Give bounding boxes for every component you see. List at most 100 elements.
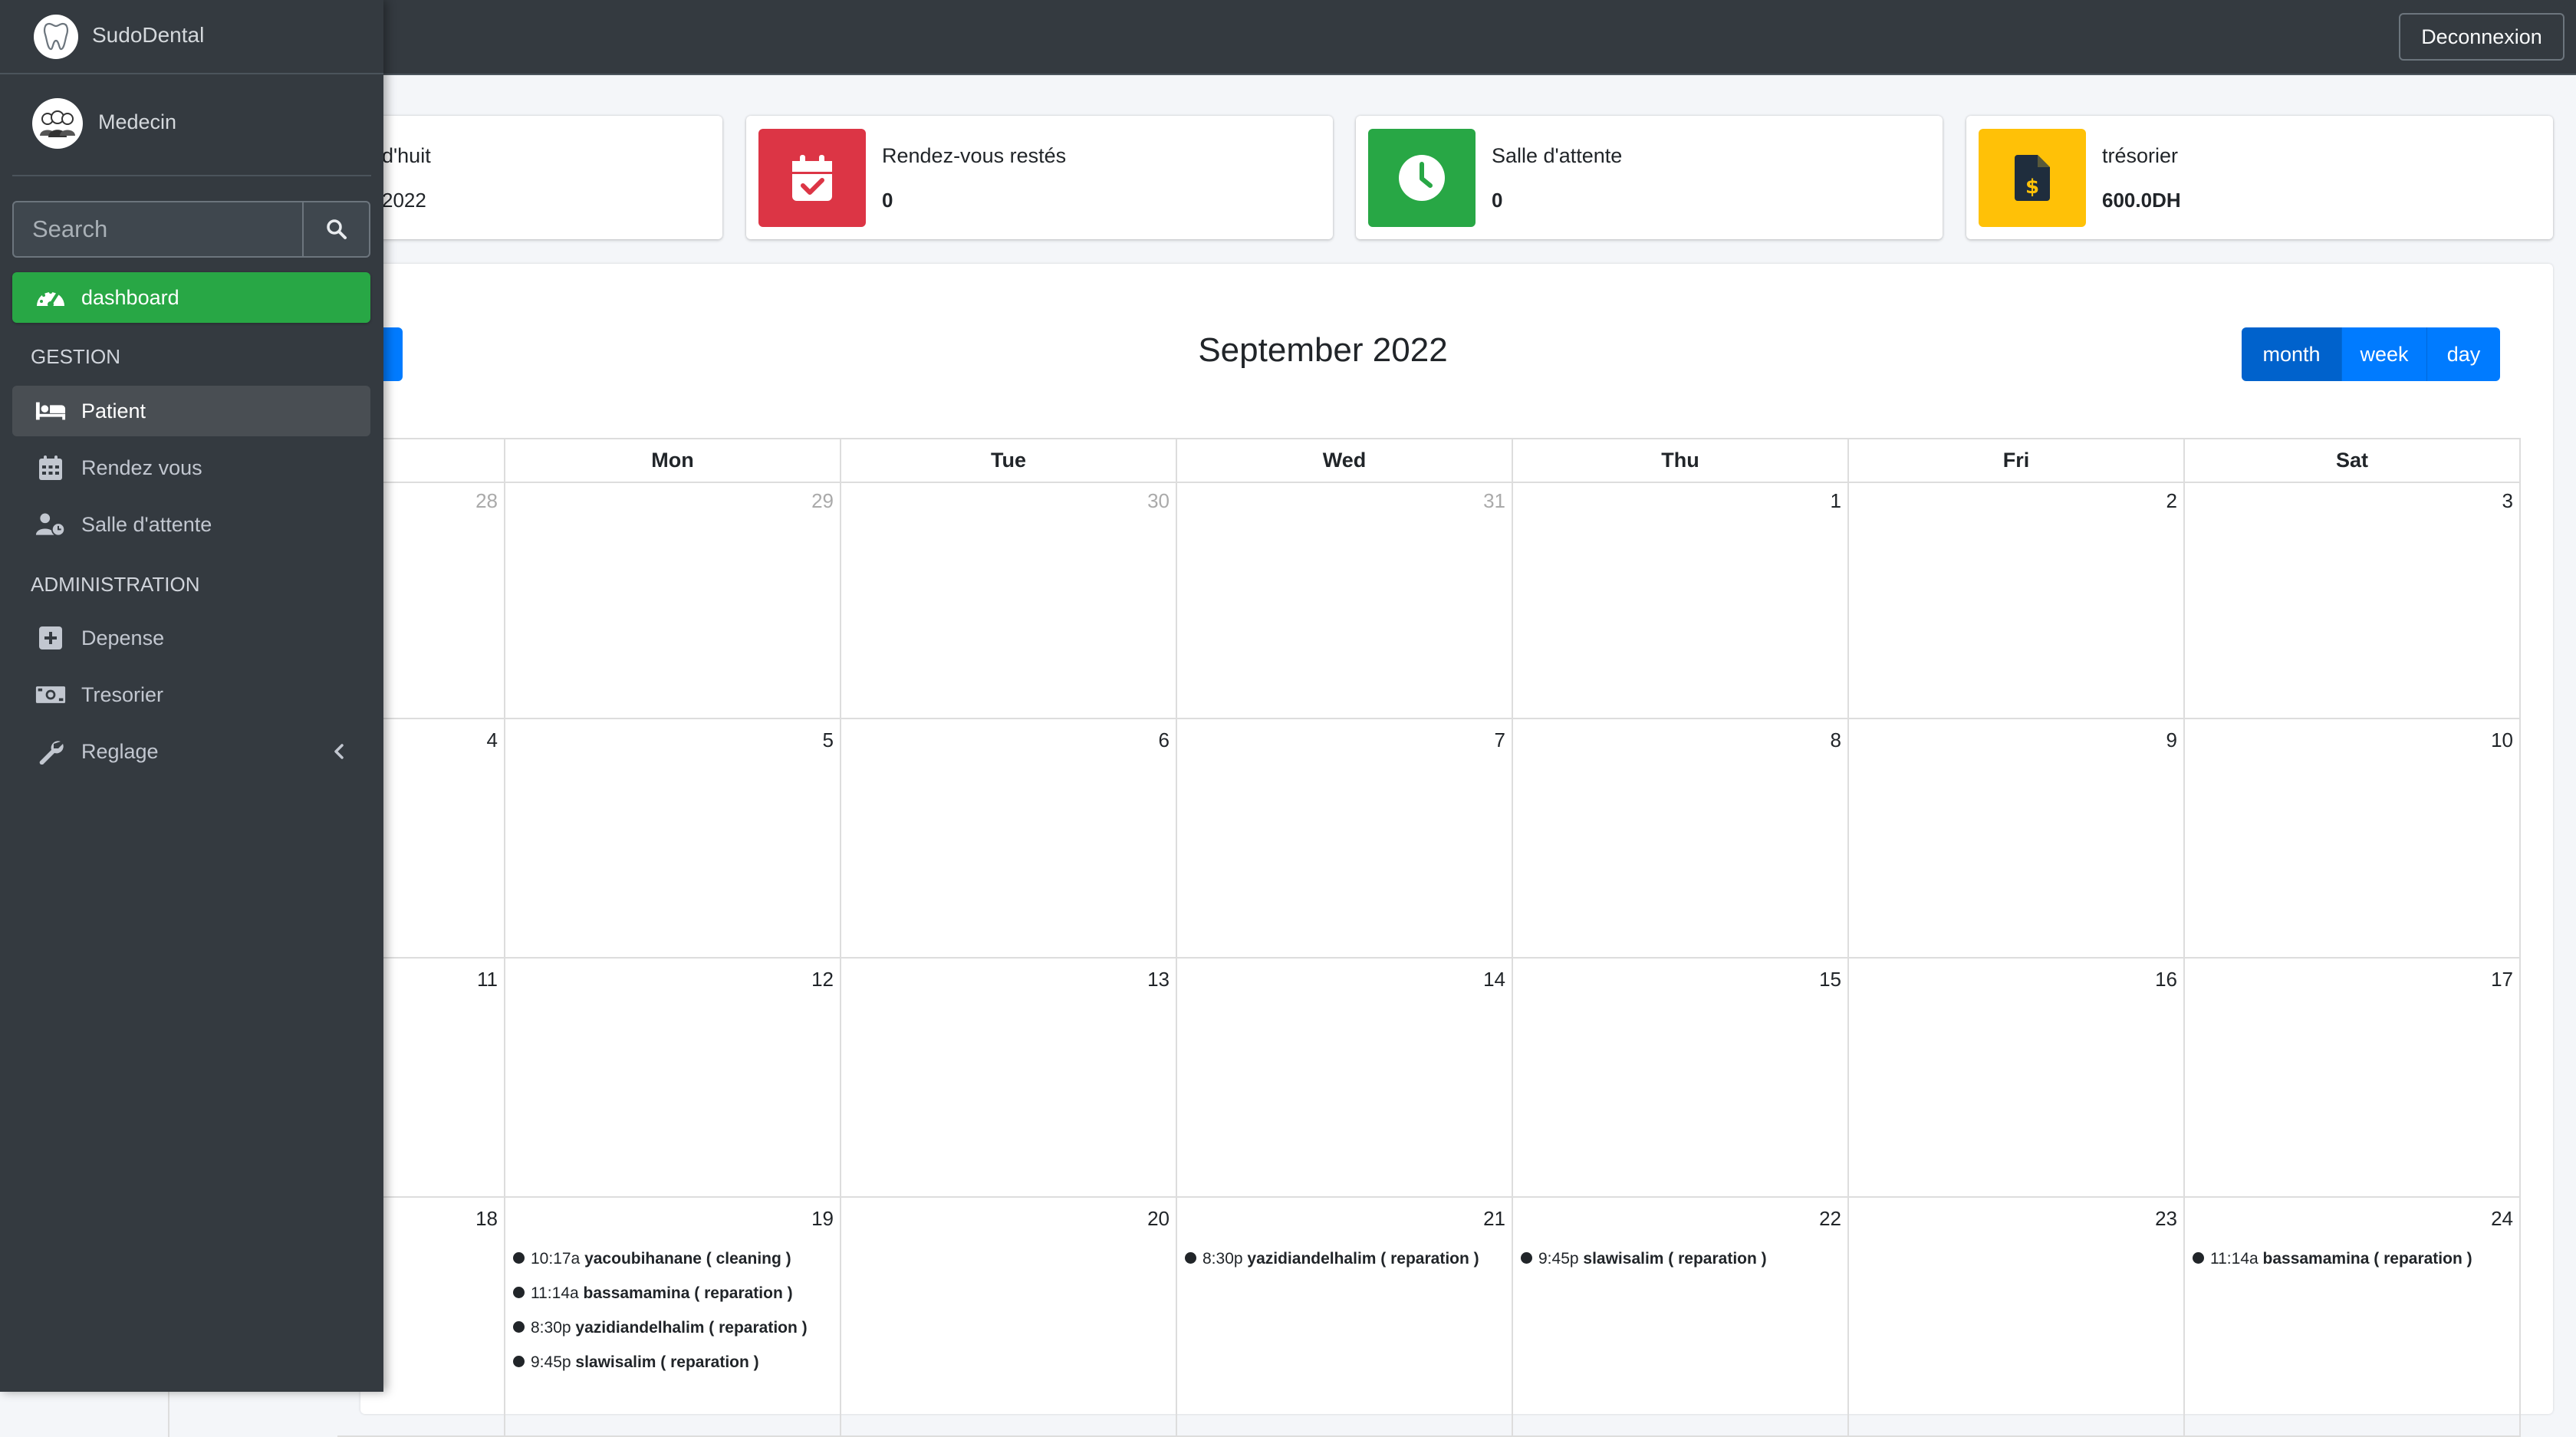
calendar-icon [35,455,66,480]
day-number[interactable]: 12 [811,968,834,991]
calendar-day-cell[interactable]: 1 [1512,480,1847,719]
calendar-day-cell[interactable]: 7 [1176,719,1512,959]
sidebar-item-label: Salle d'attente [81,513,212,536]
dow-fri: Fri [1847,439,2183,482]
money-bill-icon [35,682,66,707]
info-box-title: d'huit [382,144,431,167]
sidebar-item-label: dashboard [81,286,179,309]
event-time: 11:14a [531,1284,579,1302]
day-number[interactable]: 15 [1819,968,1841,991]
day-number[interactable]: 14 [1483,968,1505,991]
day-number[interactable]: 18 [475,1207,498,1231]
calendar-title: September 2022 [1198,331,1448,369]
day-number[interactable]: 23 [2155,1207,2177,1231]
calendar-day-cell[interactable]: 17 [2183,959,2521,1198]
event-dot-icon [1521,1251,1532,1264]
calendar-day-cell[interactable]: 3 [2183,480,2521,719]
calendar-day-cell[interactable]: 8 [1512,719,1847,959]
calendar-day-cell[interactable]: 10 [2183,719,2521,959]
day-number[interactable]: 21 [1483,1207,1505,1231]
sidebar-item-tresorier[interactable]: Tresorier [12,669,370,720]
view-month-button[interactable]: month [2242,327,2342,381]
nav-header-gestion: GESTION [31,345,121,368]
day-number[interactable]: 31 [1483,489,1505,513]
view-week-button[interactable]: week [2342,327,2427,381]
calendar-day-cell[interactable]: 20 [840,1198,1176,1437]
logout-button[interactable]: Deconnexion [2399,13,2564,61]
sidebar-item-depense[interactable]: Depense [12,613,370,663]
calendar-day-cell[interactable]: 30 [840,480,1176,719]
brand-link[interactable]: SudoDental [0,0,383,74]
calendar-day-cell[interactable]: 19 10:17a yacoubihanane ( cleaning ) 11:14… [504,1198,840,1437]
day-number[interactable]: 22 [1819,1207,1841,1231]
calendar-week-row: 28 29 30 31 1 2 3 [168,480,2521,719]
event-title: yazidiandelhalim ( reparation ) [1247,1250,1479,1268]
calendar-event[interactable]: 11:14a bassamamina ( reparation ) [2193,1250,2472,1268]
event-title: bassamamina ( reparation ) [2262,1250,2472,1268]
calendar-day-cell[interactable]: 12 [504,959,840,1198]
view-day-button[interactable]: day [2427,327,2500,381]
calendar-event[interactable]: 8:30p yazidiandelhalim ( reparation ) [1185,1250,1479,1268]
sidebar-item-rendez-vous[interactable]: Rendez vous [12,442,370,493]
user-avatar-icon[interactable] [32,98,83,149]
calendar-day-cell[interactable]: 16 [1847,959,2183,1198]
day-number[interactable]: 16 [2155,968,2177,991]
day-number[interactable]: 13 [1147,968,1170,991]
calendar-event[interactable]: 8:30p yazidiandelhalim ( reparation ) [513,1319,808,1337]
day-number[interactable]: 3 [2502,489,2513,513]
day-number[interactable]: 7 [1495,728,1505,752]
day-number[interactable]: 29 [811,489,834,513]
search-input[interactable] [14,202,305,256]
wrench-icon [35,739,66,765]
day-number[interactable]: 2 [2166,489,2177,513]
calendar-event[interactable]: 9:45p slawisalim ( reparation ) [513,1353,759,1372]
day-number[interactable]: 17 [2491,968,2513,991]
calendar-day-cell[interactable]: 6 [840,719,1176,959]
calendar-day-cell[interactable]: 24 11:14a bassamamina ( reparation ) [2183,1198,2521,1437]
top-navbar: Deconnexion [0,0,2576,75]
event-time: 10:17a [531,1250,581,1268]
search-button[interactable] [302,202,369,256]
day-number[interactable]: 24 [2491,1207,2513,1231]
info-box-value: 0 [1492,189,1503,212]
day-number[interactable]: 6 [1159,728,1170,752]
day-number[interactable]: 4 [487,728,498,752]
calendar-day-cell[interactable]: 9 [1847,719,2183,959]
day-number[interactable]: 9 [2166,728,2177,752]
event-title: yacoubihanane ( cleaning ) [584,1250,791,1268]
calendar-day-cell[interactable]: 22 9:45p slawisalim ( reparation ) [1512,1198,1847,1437]
event-dot-icon [1185,1251,1196,1264]
calendar-day-cell[interactable]: 13 [840,959,1176,1198]
sidebar-item-label: Reglage [81,740,159,763]
day-number[interactable]: 19 [811,1207,834,1231]
calendar-day-cell[interactable]: 2 [1847,480,2183,719]
event-time: 9:45p [1538,1250,1579,1268]
sidebar-item-patient[interactable]: Patient [12,386,370,436]
day-number[interactable]: 20 [1147,1207,1170,1231]
calendar-day-cell[interactable]: 21 8:30p yazidiandelhalim ( reparation ) [1176,1198,1512,1437]
calendar-day-cell[interactable]: 23 [1847,1198,2183,1437]
calendar-day-cell[interactable]: 5 [504,719,840,959]
event-time: 8:30p [1202,1250,1243,1268]
calendar-event[interactable]: 10:17a yacoubihanane ( cleaning ) [513,1250,791,1268]
calendar-day-cell[interactable]: 29 [504,480,840,719]
calendar-event[interactable]: 9:45p slawisalim ( reparation ) [1521,1250,1767,1268]
sidebar-item-reglage[interactable]: Reglage [12,726,370,777]
tachometer-icon [35,285,66,310]
day-number[interactable]: 11 [477,968,498,991]
user-name[interactable]: Medecin [98,110,176,134]
day-number[interactable]: 5 [823,728,834,752]
sidebar-item-dashboard[interactable]: dashboard [12,272,370,323]
day-number[interactable]: 1 [1831,489,1841,513]
day-number[interactable]: 28 [475,489,498,513]
day-number[interactable]: 30 [1147,489,1170,513]
calendar-day-cell[interactable]: 14 [1176,959,1512,1198]
sidebar-search [12,201,370,258]
calendar-day-cell[interactable]: 31 [1176,480,1512,719]
event-dot-icon [2193,1251,2204,1264]
day-number[interactable]: 8 [1831,728,1841,752]
calendar-day-cell[interactable]: 15 [1512,959,1847,1198]
day-number[interactable]: 10 [2491,728,2513,752]
calendar-event[interactable]: 11:14a bassamamina ( reparation ) [513,1284,793,1303]
sidebar-item-salle-attente[interactable]: Salle d'attente [12,499,370,550]
